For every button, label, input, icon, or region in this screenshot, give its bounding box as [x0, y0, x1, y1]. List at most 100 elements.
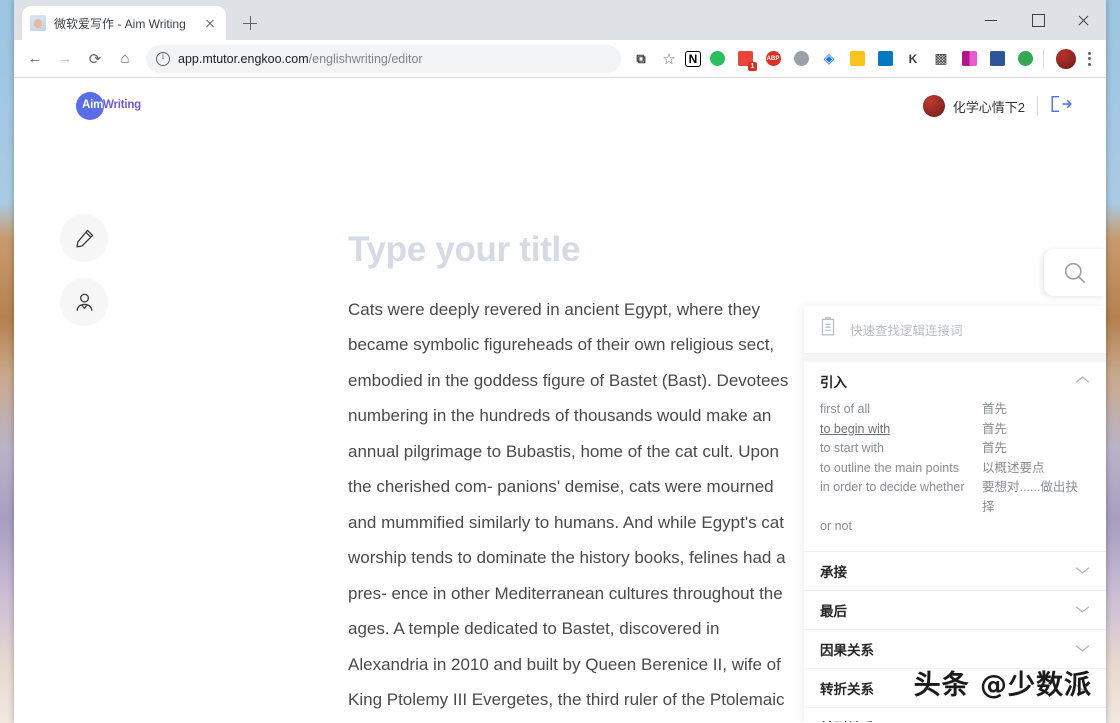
header-divider [1037, 96, 1038, 116]
section-header[interactable]: 并列关系 [820, 708, 1090, 723]
app-header: Aim Writing 化学心情下2 [14, 78, 1106, 120]
extensions-row: ⧉ ☆ N 1 ABP ◈ K ▩ [627, 47, 1100, 71]
address-bar[interactable]: app.mtutor.engkoo.com/englishwriting/edi… [146, 44, 621, 73]
maximize-icon[interactable] [1014, 4, 1060, 36]
phrase-row[interactable]: in order to decide whether 要想对......做出抉择 [820, 478, 1090, 517]
document-body[interactable]: Cats were deeply revered in ancient Egyp… [348, 292, 800, 722]
kami-icon[interactable]: K [901, 47, 925, 71]
new-tab-button[interactable] [236, 9, 264, 37]
chevron-up-icon[interactable] [1075, 372, 1090, 390]
close-icon[interactable] [1060, 4, 1106, 36]
section-title: 并列关系 [820, 717, 874, 723]
section-body: first of all 首先 to begin with 首先 to star… [820, 400, 1090, 551]
section-header[interactable]: 承接 [820, 552, 1090, 590]
phrase-row[interactable]: to start with 首先 [820, 439, 1090, 459]
section-header[interactable]: 因果关系 [820, 630, 1090, 668]
phrase-row[interactable]: to begin with 首先 [820, 420, 1090, 440]
logo-aim-text: Aim [82, 99, 104, 111]
url-text: app.mtutor.engkoo.com/englishwriting/edi… [178, 52, 423, 66]
logo-writing-text: Writing [103, 99, 141, 111]
editor-area: Type your title Cats were deeply revered… [348, 228, 800, 722]
phrase-zh: 首先 [982, 441, 1008, 455]
pdf-tool-icon[interactable] [957, 47, 981, 71]
panel-section-collapsed[interactable]: 并列关系 [804, 706, 1106, 723]
clipboard-icon [818, 316, 838, 343]
section-title: 转折关系 [820, 681, 874, 697]
left-rail [60, 214, 108, 326]
shield-check-icon[interactable] [1013, 47, 1037, 71]
user-name: 化学心情下2 [952, 99, 1025, 115]
search-panel-tab[interactable] [1044, 249, 1106, 296]
phrase-zh: 首先 [982, 421, 1008, 436]
phrase-en: first of all [820, 402, 871, 416]
title-input-placeholder[interactable]: Type your title [348, 228, 800, 272]
chevron-down-icon[interactable] [1075, 601, 1090, 619]
section-header[interactable]: 引入 [820, 362, 1090, 400]
chevron-down-icon[interactable] [1075, 640, 1090, 658]
forward-icon[interactable]: → [50, 44, 80, 74]
qr-code-icon[interactable]: ▩ [929, 47, 953, 71]
phrase-continuation: or not [820, 519, 852, 533]
phrase-en: in order to decide whether [820, 480, 965, 494]
section-title: 最后 [820, 603, 847, 619]
window-controls [968, 0, 1106, 40]
header-right: 化学心情下2 [922, 95, 1088, 118]
page-favicon [30, 15, 46, 31]
office-icon[interactable] [985, 47, 1009, 71]
home-icon[interactable]: ⌂ [110, 44, 140, 74]
phrase-en: to start with [820, 441, 884, 455]
mail-icon[interactable]: 1 [733, 47, 757, 71]
panel-search-placeholder: 快速查找逻辑连接词 [850, 324, 963, 338]
trello-icon[interactable] [873, 47, 897, 71]
tab-strip: 微软爱写作 - Aim Writing [14, 0, 1106, 40]
site-info-icon[interactable] [156, 51, 170, 66]
section-title: 引入 [820, 375, 847, 390]
edit-pencil-icon[interactable] [60, 214, 108, 262]
logout-icon[interactable] [1050, 95, 1072, 118]
section-title: 因果关系 [820, 642, 874, 658]
url-domain: app.mtutor.engkoo.com [178, 51, 309, 66]
watermark: 头条 @少数派 [913, 670, 1092, 701]
section-header[interactable]: 最后 [820, 591, 1090, 629]
phrase-en: to outline the main points [820, 460, 959, 475]
tab-title: 微软爱写作 - Aim Writing [54, 16, 186, 31]
phrase-zh: 要想对......做出抉择 [982, 480, 1078, 514]
section-title: 承接 [820, 564, 847, 580]
chevron-down-icon[interactable] [1075, 718, 1090, 723]
back-icon[interactable]: ← [20, 44, 50, 74]
panel-section-collapsed[interactable]: 因果关系 [804, 628, 1106, 668]
notion-icon[interactable]: N [685, 50, 701, 67]
person-icon[interactable] [60, 278, 108, 326]
profile-avatar[interactable] [1056, 48, 1076, 69]
browser-window: 微软爱写作 - Aim Writing ← → ⟳ ⌂ app.mtutor.e… [14, 0, 1106, 723]
phrase-row[interactable]: to outline the main points 以概述要点 [820, 459, 1090, 479]
reload-icon[interactable]: ⟳ [80, 44, 110, 74]
kebab-menu-icon[interactable] [1078, 47, 1100, 71]
bookmark-star-icon[interactable]: ☆ [657, 47, 681, 71]
panel-section-expanded: 引入 first of all 首先 to begin with 首先 to s… [804, 362, 1106, 551]
user-avatar[interactable] [922, 95, 945, 117]
app-logo[interactable]: Aim Writing [76, 92, 172, 120]
mail-badge: 1 [748, 61, 757, 71]
translate-icon[interactable]: ⧉ [629, 47, 653, 71]
connectives-panel: 快速查找逻辑连接词 引入 first of all 首先 to begin wi… [804, 306, 1106, 722]
diamond-icon[interactable]: ◈ [817, 47, 841, 71]
browser-tab[interactable]: 微软爱写作 - Aim Writing [22, 6, 226, 40]
grey-circle-icon[interactable] [789, 47, 813, 71]
panel-search-bar[interactable]: 快速查找逻辑连接词 [804, 306, 1106, 354]
evernote-icon[interactable] [705, 47, 729, 71]
panel-section-collapsed[interactable]: 最后 [804, 589, 1106, 629]
adblock-plus-icon[interactable]: ABP [761, 47, 785, 71]
chevron-down-icon[interactable] [1075, 562, 1090, 580]
phrase-zh: 以概述要点 [982, 460, 1045, 475]
close-tab-icon[interactable] [202, 15, 218, 31]
minimize-icon[interactable] [968, 4, 1014, 36]
browser-toolbar: ← → ⟳ ⌂ app.mtutor.engkoo.com/englishwri… [14, 40, 1106, 78]
phrase-zh: 首先 [982, 402, 1008, 416]
yellow-note-icon[interactable] [845, 47, 869, 71]
page-content: Aim Writing 化学心情下2 Type your title Cats … [14, 78, 1106, 722]
phrase-en: to begin with [820, 421, 891, 436]
panel-section-collapsed[interactable]: 承接 [804, 550, 1106, 590]
toolbar-divider [1043, 49, 1044, 68]
phrase-row[interactable]: first of all 首先 [820, 400, 1090, 420]
